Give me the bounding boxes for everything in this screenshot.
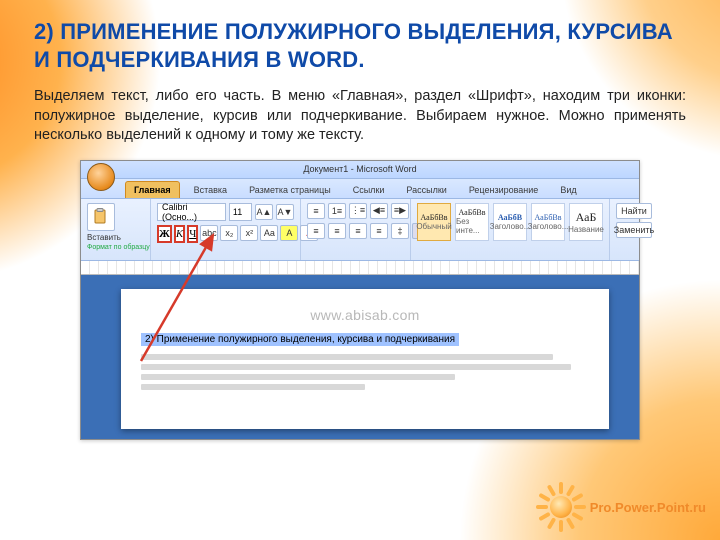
align-center-button[interactable]: ≡	[328, 223, 346, 239]
strikethrough-button[interactable]: abc	[200, 225, 218, 241]
ribbon: Вставить Формат по образцу Calibri (Осно…	[81, 199, 639, 261]
bold-button[interactable]: Ж	[157, 225, 172, 243]
watermark-text: www.abisab.com	[141, 307, 589, 323]
font-size-select[interactable]: 11	[229, 203, 252, 221]
subscript-button[interactable]: x₂	[220, 225, 238, 241]
paste-label: Вставить	[87, 233, 144, 242]
underline-button[interactable]: Ч	[187, 225, 198, 243]
italic-button[interactable]: К	[174, 225, 185, 243]
grow-font-button[interactable]: A▲	[255, 204, 273, 220]
office-button[interactable]	[87, 163, 115, 191]
tab-mailings[interactable]: Рассылки	[398, 182, 454, 198]
numbering-button[interactable]: 1≡	[328, 203, 346, 219]
word-title-text: Документ1 - Microsoft Word	[303, 164, 416, 174]
ribbon-tabs: Главная Вставка Разметка страницы Ссылки…	[81, 179, 639, 199]
align-right-button[interactable]: ≡	[349, 223, 367, 239]
selected-heading: 2) Применение полужирного выделения, кур…	[141, 333, 459, 346]
font-family-select[interactable]: Calibri (Осно...)	[157, 203, 226, 221]
style-heading2[interactable]: АаБбВвЗаголово...	[531, 203, 565, 241]
word-title-bar: Документ1 - Microsoft Word	[81, 161, 639, 179]
indent-dec-button[interactable]: ◀≡	[370, 203, 388, 219]
tab-insert[interactable]: Вставка	[186, 182, 235, 198]
biu-group: Ж К Ч abc x₂ x² Aa A A	[157, 225, 294, 243]
word-screenshot: Документ1 - Microsoft Word Главная Встав…	[80, 160, 640, 440]
find-button[interactable]: Найти	[616, 203, 652, 219]
slide-heading: 2) ПРИМЕНЕНИЕ ПОЛУЖИРНОГО ВЫДЕЛЕНИЯ, КУР…	[34, 18, 686, 73]
document-page: www.abisab.com 2) Применение полужирного…	[121, 289, 609, 429]
text-effect-button[interactable]: Aa	[260, 225, 278, 241]
tab-references[interactable]: Ссылки	[345, 182, 393, 198]
shrink-font-button[interactable]: A▼	[276, 204, 294, 220]
tab-home[interactable]: Главная	[125, 181, 180, 198]
format-painter-label[interactable]: Формат по образцу	[87, 244, 144, 251]
style-title[interactable]: АаБНазвание	[569, 203, 603, 241]
document-area: www.abisab.com 2) Применение полужирного…	[81, 275, 639, 439]
line-spacing-button[interactable]: ‡	[391, 223, 409, 239]
footer-brand: Pro.Power.Point.ru	[590, 500, 706, 515]
superscript-button[interactable]: x²	[240, 225, 258, 241]
style-normal[interactable]: АаБбВвОбычный	[417, 203, 451, 241]
blurred-body-text	[141, 354, 589, 390]
replace-button[interactable]: Заменить	[616, 222, 652, 238]
tab-review[interactable]: Рецензирование	[461, 182, 547, 198]
horizontal-ruler	[81, 261, 639, 275]
bullets-button[interactable]: ≡	[307, 203, 325, 219]
tab-layout[interactable]: Разметка страницы	[241, 182, 339, 198]
multilevel-button[interactable]: ⋮≡	[349, 203, 367, 219]
paste-button[interactable]	[87, 203, 115, 231]
sun-icon	[538, 484, 584, 530]
indent-inc-button[interactable]: ≡▶	[391, 203, 409, 219]
slide-paragraph: Выделяем текст, либо его часть. В меню «…	[34, 87, 686, 146]
style-heading1[interactable]: АаБбВЗаголово...	[493, 203, 527, 241]
highlight-button[interactable]: A	[280, 225, 298, 241]
align-left-button[interactable]: ≡	[307, 223, 325, 239]
justify-button[interactable]: ≡	[370, 223, 388, 239]
tab-view[interactable]: Вид	[552, 182, 584, 198]
slide-footer: Pro.Power.Point.ru	[538, 484, 706, 530]
style-nospacing[interactable]: АаБбВвБез инте...	[455, 203, 489, 241]
